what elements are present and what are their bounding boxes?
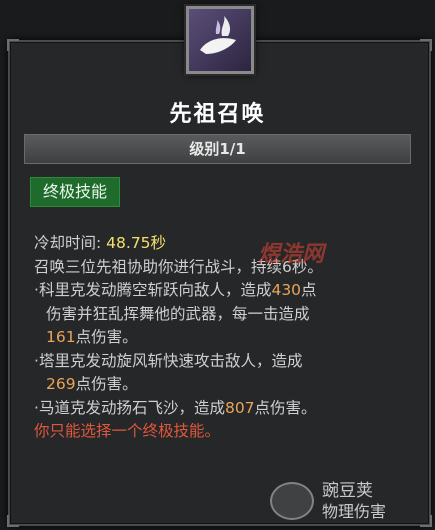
ultimate-restriction-note: 你只能选择一个终极技能。 xyxy=(34,422,221,440)
frame-corner xyxy=(7,39,19,51)
bullet-1-text: 科里克发动腾空斩跃向敌人，造成 xyxy=(38,281,272,299)
bullet-3-unit: 点伤害。 xyxy=(254,398,317,417)
cooldown-line: 冷却时间: 48.75秒 xyxy=(34,232,414,256)
ultimate-skill-badge: 终极技能 xyxy=(30,177,121,207)
summary-line: 召唤三位先祖协助你进行战斗，持续6秒。 xyxy=(34,257,323,276)
frame-corner xyxy=(7,515,19,527)
skill-level-text: 级别1/1 xyxy=(189,140,246,158)
skill-level-bar: 级别1/1 xyxy=(24,134,411,164)
watermark-bottom-line2: 物理伤害 xyxy=(322,502,387,521)
bullet-3: ·马道克发动扬石飞沙，造成807点伤害。 xyxy=(34,397,414,421)
bullet-1: ·科里克发动腾空斩跃向敌人，造成430点 xyxy=(34,279,414,303)
bullet-3-damage: 807 xyxy=(224,398,255,417)
bullet-1-damage: 430 xyxy=(271,281,302,299)
watermark-logo-icon xyxy=(270,482,314,520)
bullet-3-text: 马道克发动扬石飞沙，造成 xyxy=(38,398,225,417)
bullet-1-hit-damage: 161 xyxy=(46,328,76,346)
bullet-2: ·塔里克发动旋风斩快速攻击敌人，造成 xyxy=(34,350,414,374)
watermark-top: 煜浩网 xyxy=(258,242,325,267)
bullet-1-cont2: 161点伤害。 xyxy=(34,326,414,350)
frame-corner xyxy=(420,39,432,51)
cooldown-label: 冷却时间: xyxy=(34,234,102,252)
bullet-2-text: 塔里克发动旋风斩快速攻击敌人，造成 xyxy=(38,351,303,370)
watermark-bottom: 豌豆荚 物理伤害 xyxy=(270,474,430,524)
bullet-1-cont-text: 伤害并狂乱挥舞他的武器，每一击造成 xyxy=(46,304,310,323)
ancestral-horn-icon xyxy=(200,16,236,54)
bullet-1-cont: 伤害并狂乱挥舞他的武器，每一击造成 xyxy=(34,303,414,327)
skill-title: 先祖召唤 xyxy=(169,102,266,127)
bullet-2-unit: 点伤害。 xyxy=(75,375,138,393)
bullet-2-damage: 269 xyxy=(46,375,76,393)
skill-description: 冷却时间: 48.75秒 召唤三位先祖协助你进行战斗，持续6秒。 ·科里克发动腾… xyxy=(34,232,414,444)
cooldown-value: 48.75秒 xyxy=(106,234,167,252)
bullet-1-unit: 点 xyxy=(301,281,317,299)
skill-icon-frame xyxy=(180,0,254,74)
bullet-1-hit-unit: 点伤害。 xyxy=(75,328,138,346)
bullet-2-cont: 269点伤害。 xyxy=(34,373,414,397)
